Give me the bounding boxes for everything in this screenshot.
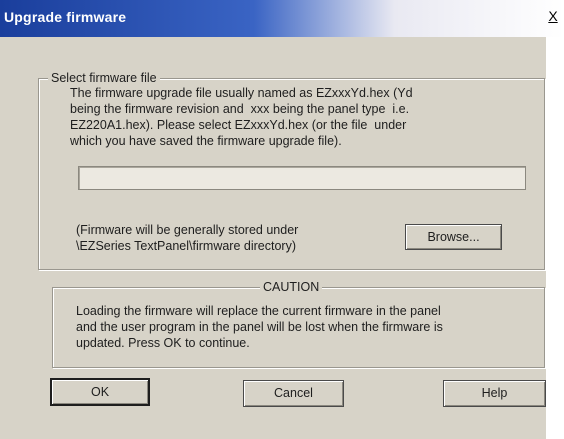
firmware-description-line-1: The firmware upgrade file usually named … <box>70 86 413 100</box>
help-button[interactable]: Help <box>443 380 546 407</box>
upgrade-firmware-dialog: Upgrade firmware X Select firmware file … <box>0 0 564 439</box>
ok-button[interactable]: OK <box>50 378 150 406</box>
caution-message-line-3: updated. Press OK to continue. <box>76 336 250 350</box>
firmware-storage-note-line-1: (Firmware will be generally stored under <box>76 223 299 237</box>
window-title: Upgrade firmware <box>4 9 127 25</box>
firmware-description-line-2: being the firmware revision and xxx bein… <box>70 102 410 116</box>
browse-button[interactable]: Browse... <box>405 224 502 250</box>
firmware-description-line-4: which you have saved the firmware upgrad… <box>70 134 342 148</box>
caution-legend: CAUTION <box>260 280 323 294</box>
firmware-description-line-3: EZ220A1.hex). Please select EZxxxYd.hex … <box>70 118 407 132</box>
firmware-file-path-field[interactable] <box>78 166 526 190</box>
title-bar[interactable]: Upgrade firmware <box>0 0 564 37</box>
firmware-storage-note-line-2: \EZSeries TextPanel\firmware directory) <box>76 239 296 253</box>
select-firmware-legend: Select firmware file <box>48 71 160 85</box>
caution-message-line-1: Loading the firmware will replace the cu… <box>76 304 441 318</box>
cancel-button[interactable]: Cancel <box>243 380 344 407</box>
window-right-margin <box>546 37 564 439</box>
caution-message-line-2: and the user program in the panel will b… <box>76 320 443 334</box>
close-button[interactable]: X <box>546 8 560 24</box>
